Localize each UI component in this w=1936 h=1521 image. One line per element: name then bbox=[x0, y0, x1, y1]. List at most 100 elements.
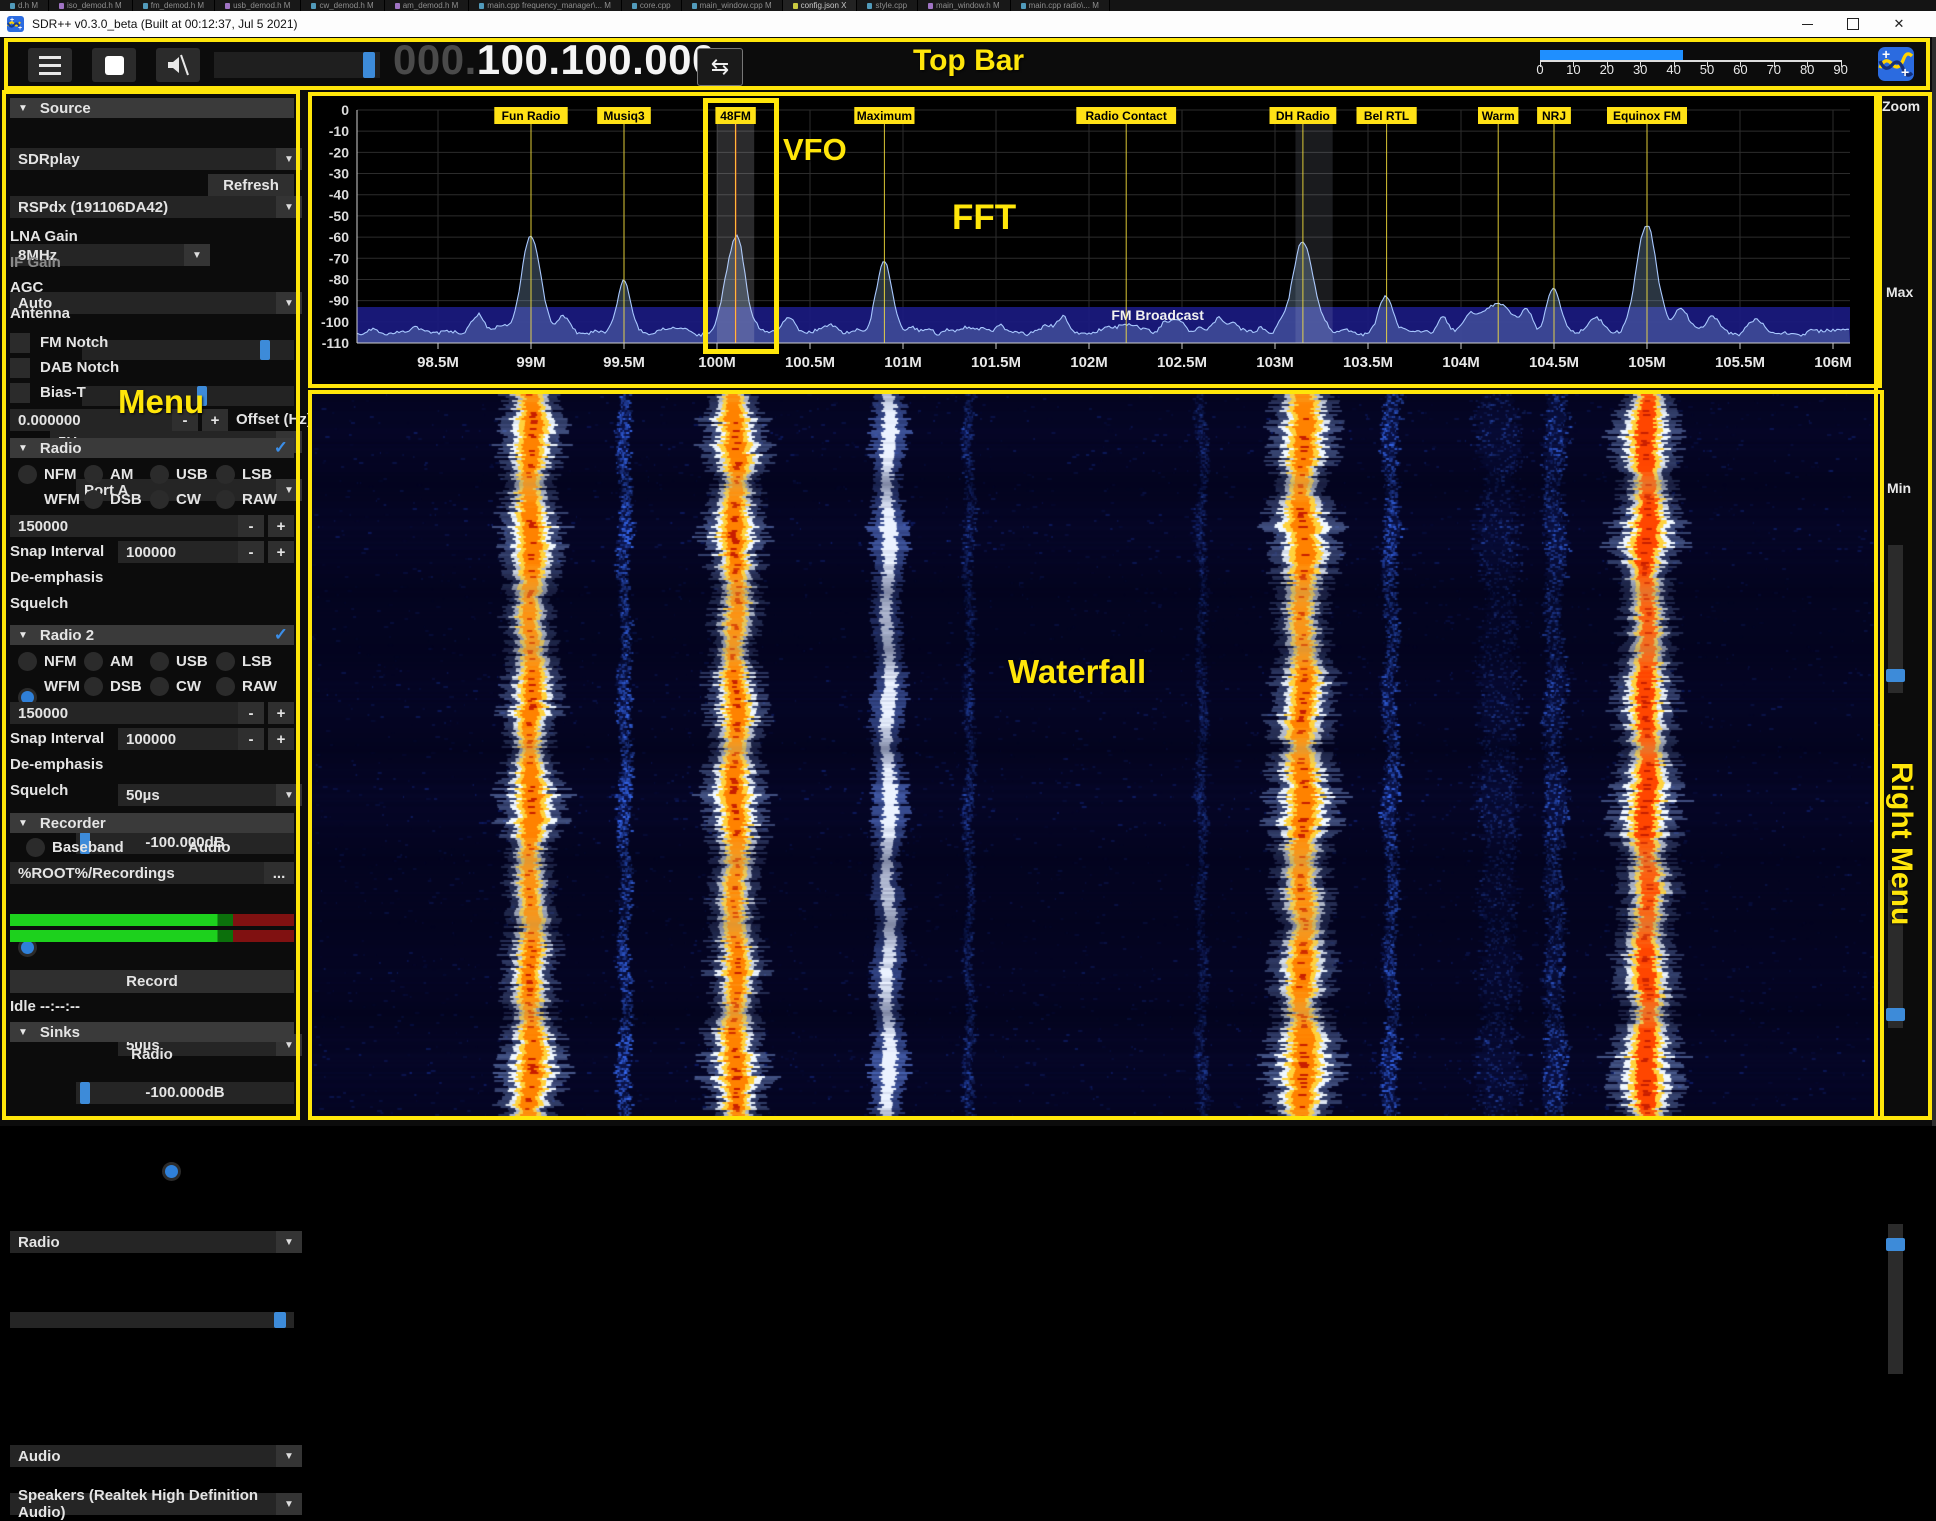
radio2-mode-raw[interactable] bbox=[216, 677, 235, 696]
radio-bandwidth-input[interactable]: 150000 bbox=[10, 515, 242, 537]
vfo2-band[interactable] bbox=[1295, 110, 1332, 343]
editor-tab[interactable]: main.cpp frequency_manager\... M bbox=[469, 0, 622, 11]
radio2-bandwidth-minus[interactable]: - bbox=[238, 702, 264, 724]
recorder-path-input[interactable]: %ROOT%/Recordings bbox=[10, 862, 266, 884]
radio2-snap-input[interactable]: 100000 bbox=[118, 728, 242, 750]
sdrpp-logo-icon: + + bbox=[1878, 47, 1914, 81]
if-gain-slider[interactable] bbox=[82, 386, 294, 406]
chevron-down-icon: ▼ bbox=[276, 1493, 302, 1515]
radio-mode-raw[interactable] bbox=[216, 490, 235, 509]
recorder-volume-handle[interactable] bbox=[274, 1312, 286, 1328]
checkbox-dabnotch[interactable] bbox=[10, 358, 30, 378]
offset-plus-button[interactable]: + bbox=[202, 409, 228, 431]
radio-mode-nfm[interactable] bbox=[18, 465, 37, 484]
recorder-stream-dropdown[interactable]: Radio▼ bbox=[10, 1231, 302, 1253]
min-slider-handle[interactable] bbox=[1886, 1238, 1905, 1251]
snr-tick-label: 0 bbox=[1536, 62, 1543, 77]
editor-tab[interactable]: style.cpp bbox=[857, 0, 918, 11]
recorder-mode-audio[interactable] bbox=[162, 1162, 181, 1181]
radio-section-header[interactable]: ▼Radio✓ bbox=[10, 438, 294, 458]
editor-tab[interactable]: main_window.h M bbox=[918, 0, 1011, 11]
lna-gain-slider[interactable] bbox=[82, 340, 294, 360]
fft-x-tick: 104.5M bbox=[1529, 354, 1579, 371]
radio-snap-minus[interactable]: - bbox=[238, 541, 264, 563]
chevron-down-icon: ▼ bbox=[276, 292, 302, 314]
radio-deemphasis-dropdown[interactable]: 50µs▼ bbox=[118, 784, 302, 806]
radio-mode-lsb[interactable] bbox=[216, 465, 235, 484]
editor-tab[interactable]: am_demod.h M bbox=[385, 0, 470, 11]
sinks-section-header[interactable]: ▼Sinks bbox=[10, 1022, 294, 1042]
editor-tab[interactable]: usb_demod.h M bbox=[215, 0, 301, 11]
browse-button[interactable]: ... bbox=[264, 862, 294, 884]
radio-mode-dsb[interactable] bbox=[84, 490, 103, 509]
file-type-icon bbox=[143, 3, 148, 9]
volume-slider-handle[interactable] bbox=[363, 52, 375, 78]
radio2-snap-minus[interactable]: - bbox=[238, 728, 264, 750]
recorder-volume-slider[interactable] bbox=[10, 1312, 294, 1328]
editor-tab[interactable]: fm_demod.h M bbox=[133, 0, 215, 11]
radio2-mode-nfm[interactable] bbox=[18, 652, 37, 671]
radio2-mode-label-cw: CW bbox=[176, 678, 201, 695]
mute-button[interactable] bbox=[156, 48, 200, 82]
frequency-display[interactable]: 000.100.100.000 bbox=[393, 40, 716, 80]
snr-tick-label: 20 bbox=[1600, 62, 1614, 77]
waterfall-display[interactable] bbox=[312, 394, 1880, 1118]
radio-mode-cw[interactable] bbox=[150, 490, 169, 509]
volume-slider[interactable] bbox=[214, 52, 380, 78]
source-device-dropdown[interactable]: RSPdx (191106DA42)▼ bbox=[10, 196, 302, 218]
editor-tab[interactable]: main_window.cpp M bbox=[682, 0, 783, 11]
radio2-snap-plus[interactable]: + bbox=[268, 728, 294, 750]
radio-mode-usb[interactable] bbox=[150, 465, 169, 484]
editor-tab[interactable]: config.json X bbox=[783, 0, 858, 11]
radio2-mode-cw[interactable] bbox=[150, 677, 169, 696]
editor-tab[interactable]: main.cpp radio\... M bbox=[1011, 0, 1110, 11]
editor-tab[interactable]: cw_demod.h M bbox=[301, 0, 384, 11]
stop-button[interactable] bbox=[92, 48, 136, 82]
radio2-bandwidth-input[interactable]: 150000 bbox=[10, 702, 242, 724]
maximize-button[interactable] bbox=[1830, 11, 1876, 37]
sink-type-dropdown[interactable]: Audio▼ bbox=[10, 1445, 302, 1467]
radio2-bandwidth-plus[interactable]: + bbox=[268, 702, 294, 724]
sink-device-dropdown[interactable]: Speakers (Realtek High Definition Audio)… bbox=[10, 1493, 302, 1515]
station-label-text: Warm bbox=[1482, 109, 1515, 123]
close-button[interactable]: ✕ bbox=[1876, 11, 1922, 37]
minimize-button[interactable] bbox=[1784, 11, 1830, 37]
muted-speaker-icon bbox=[165, 53, 191, 77]
radio2-section-header[interactable]: ▼Radio 2✓ bbox=[10, 625, 294, 645]
radio-snap-input[interactable]: 100000 bbox=[118, 541, 242, 563]
lna-gain-slider-handle[interactable] bbox=[260, 340, 270, 360]
fft-plot[interactable]: 0-10-20-30-40-50-60-70-80-90-100-11098.5… bbox=[308, 92, 1882, 388]
menu-toggle-button[interactable] bbox=[28, 48, 72, 82]
iq-swap-button[interactable]: ⇆ bbox=[697, 48, 743, 86]
if-gain-slider-handle[interactable] bbox=[197, 386, 207, 406]
radio2-mode-lsb[interactable] bbox=[216, 652, 235, 671]
zoom-slider-handle[interactable] bbox=[1886, 669, 1905, 682]
checkbox-fmnotch[interactable] bbox=[10, 333, 30, 353]
recorder-mode-baseband[interactable] bbox=[26, 838, 45, 857]
zoom-slider[interactable] bbox=[1888, 545, 1903, 693]
editor-tab[interactable]: iso_demod.h M bbox=[49, 0, 133, 11]
recorder-section-header[interactable]: ▼Recorder bbox=[10, 813, 294, 833]
refresh-button[interactable]: Refresh bbox=[208, 174, 294, 196]
radio2-mode-usb[interactable] bbox=[150, 652, 169, 671]
radio-snap-plus[interactable]: + bbox=[268, 541, 294, 563]
radio-bandwidth-minus[interactable]: - bbox=[238, 515, 264, 537]
radio-bandwidth-plus[interactable]: + bbox=[268, 515, 294, 537]
source-driver-dropdown[interactable]: SDRplay▼ bbox=[10, 148, 302, 170]
source-section-header[interactable]: ▼Source bbox=[10, 98, 294, 118]
editor-tab[interactable]: d.h M bbox=[0, 0, 49, 11]
checkbox-biast[interactable] bbox=[10, 383, 30, 403]
radio2-mode-am[interactable] bbox=[84, 652, 103, 671]
radio-mode-am[interactable] bbox=[84, 465, 103, 484]
max-slider-handle[interactable] bbox=[1886, 1008, 1905, 1021]
editor-tab[interactable]: core.cpp bbox=[622, 0, 682, 11]
offset-minus-button[interactable]: - bbox=[172, 409, 198, 431]
record-button[interactable]: Record bbox=[10, 970, 294, 993]
min-slider[interactable] bbox=[1888, 1224, 1903, 1374]
offset-input[interactable]: 0.000000 bbox=[10, 409, 174, 431]
max-slider[interactable] bbox=[1888, 880, 1903, 1028]
svg-text:+: + bbox=[10, 17, 14, 24]
station-label-text: Musiq3 bbox=[603, 109, 645, 123]
radio2-mode-dsb[interactable] bbox=[84, 677, 103, 696]
radio2-squelch-slider[interactable]: -100.000dB bbox=[76, 1082, 294, 1104]
